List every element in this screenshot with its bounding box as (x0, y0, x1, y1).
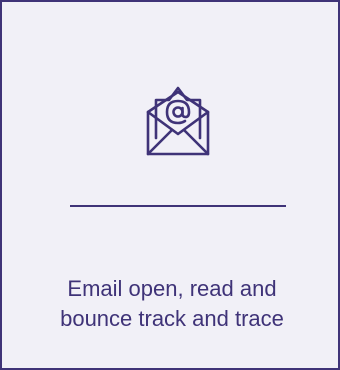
email-open-at-icon (142, 82, 214, 158)
divider (70, 205, 286, 207)
caption-line-1: Email open, read and (67, 276, 277, 301)
caption-line-2: bounce track and trace (60, 306, 284, 331)
feature-card: Email open, read and bounce track and tr… (0, 0, 340, 370)
feature-caption: Email open, read and bounce track and tr… (2, 274, 340, 334)
